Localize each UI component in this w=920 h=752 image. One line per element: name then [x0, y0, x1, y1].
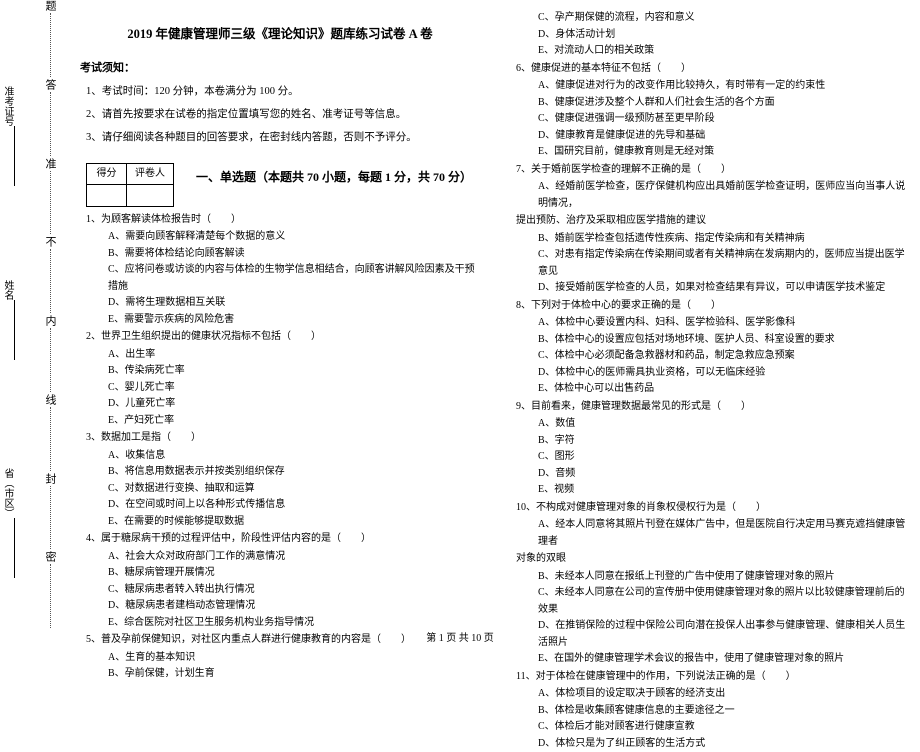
binding-char: 线: [42, 394, 58, 405]
option: C、健康促进强调一级预防甚至更早阶段: [538, 111, 910, 128]
option: B、未经本人同意在报纸上刊登的广告中使用了健康管理对象的照片: [538, 569, 910, 586]
option: E、需要警示疾病的风险危害: [108, 312, 480, 329]
option: B、糖尿病管理开展情况: [108, 565, 480, 582]
option: E、体检中心可以出售药品: [538, 381, 910, 398]
option: D、身体活动计划: [538, 27, 910, 44]
option: A、经婚前医学检查，医疗保健机构应出具婚前医学检查证明，医师应当向当事人说明情况…: [538, 179, 910, 212]
section-1-title: 一、单选题（本题共 70 小题，每题 1 分，共 70 分）: [196, 168, 472, 188]
notice-item: 3、请仔细阅读各种题目的回答要求，在密封线内答题，否则不予评分。: [86, 129, 480, 146]
option: B、健康促进涉及整个人群和人们社会生活的各个方面: [538, 95, 910, 112]
option: A、体检中心要设置内科、妇科、医学检验科、医学影像科: [538, 315, 910, 332]
option: C、体检后才能对顾客进行健康宣教: [538, 719, 910, 736]
option: D、在空间或时间上以各种形式传播信息: [108, 497, 480, 514]
option: B、孕前保健，计划生育: [108, 666, 480, 683]
option: B、将信息用数据表示并按类别组织保存: [108, 464, 480, 481]
binding-char: 准: [42, 158, 58, 169]
option: A、健康促进对行为的改变作用比较持久，有时带有一定的约束性: [538, 78, 910, 95]
binding-char: 内: [42, 315, 58, 326]
option: D、体检中心的医师需具执业资格，可以无临床经验: [538, 365, 910, 382]
score-box: 得分 评卷人: [86, 163, 174, 207]
binding-char: 题: [42, 0, 58, 11]
binding-margin: 题 答 准 不 内 线 封 密: [30, 0, 70, 630]
option: D、需将生理数据相互关联: [108, 295, 480, 312]
option: C、应将问卷或访谈的内容与体检的生物学信息相结合，向顾客讲解风险因素及干预措施: [108, 262, 480, 295]
question-1: 1、为顾客解读体检报告时（ ）: [86, 212, 480, 229]
side-label-strip: 省（市区） 姓名 准考证号: [0, 0, 28, 630]
binding-char: 答: [42, 79, 58, 90]
option: D、体检只是为了纠正顾客的生活方式: [538, 736, 910, 752]
question-4: 4、属于糖尿病干预的过程评估中，阶段性评估内容的是（ ）: [86, 531, 480, 548]
option-cont: 对象的双眼: [516, 551, 910, 568]
option: E、在国外的健康管理学术会议的报告中，使用了健康管理对象的照片: [538, 651, 910, 668]
notice-item: 1、考试时间：120 分钟，本卷满分为 100 分。: [86, 83, 480, 100]
question-3: 3、数据加工是指（ ）: [86, 430, 480, 447]
notice-item: 2、请首先按要求在试卷的指定位置填写您的姓名、准考证号等信息。: [86, 106, 480, 123]
option: A、需要向顾客解释清楚每个数据的意义: [108, 229, 480, 246]
question-11: 11、对于体检在健康管理中的作用，下列说法正确的是（ ）: [516, 669, 910, 686]
option: E、视频: [538, 482, 910, 499]
binding-char: 密: [42, 551, 58, 562]
option: B、需要将体检结论向顾客解读: [108, 246, 480, 263]
option: D、健康教育是健康促进的先导和基础: [538, 128, 910, 145]
question-7: 7、关于婚前医学检查的理解不正确的是（ ）: [516, 162, 910, 179]
option: B、字符: [538, 433, 910, 450]
option: E、国研究目前，健康教育则是无经对策: [538, 144, 910, 161]
option: D、儿童死亡率: [108, 396, 480, 413]
option: C、糖尿病患者转入转出执行情况: [108, 582, 480, 599]
side-label-province: 省（市区）: [0, 468, 15, 578]
option: C、孕产期保健的流程，内容和意义: [538, 10, 910, 27]
option: A、出生率: [108, 347, 480, 364]
option: E、对流动人口的相关政策: [538, 43, 910, 60]
option: C、对患有指定传染病在传染期间或者有关精神病在发病期内的，医师应当提出医学意见: [538, 247, 910, 280]
option: B、体检中心的设置应包括对场地环境、医护人员、科室设置的要求: [538, 332, 910, 349]
question-8: 8、下列对于体检中心的要求正确的是（ ）: [516, 298, 910, 315]
option: A、生育的基本知识: [108, 650, 480, 667]
option: C、未经本人同意在公司的宣传册中使用健康管理对象的照片以比较健康管理前后的效果: [538, 585, 910, 618]
option: A、数值: [538, 416, 910, 433]
option: B、婚前医学检查包括遗传性疾病、指定传染病和有关精神病: [538, 231, 910, 248]
side-label-name: 姓名: [0, 280, 15, 360]
option: D、接受婚前医学检查的人员，如果对检查结果有异议，可以申请医学技术鉴定: [538, 280, 910, 297]
option: E、在需要的时候能够提取数据: [108, 514, 480, 531]
notice-heading: 考试须知：: [80, 59, 480, 77]
side-label-ticket: 准考证号: [0, 86, 15, 186]
question-2: 2、世界卫生组织提出的健康状况指标不包括（ ）: [86, 329, 480, 346]
exam-title: 2019 年健康管理师三级《理论知识》题库练习试卷 A 卷: [80, 24, 480, 45]
question-9: 9、目前看来，健康管理数据最常见的形式是（ ）: [516, 399, 910, 416]
option-cont: 提出预防、治疗及采取相应医学措施的建议: [516, 213, 910, 230]
option: D、音频: [538, 466, 910, 483]
option: E、产妇死亡率: [108, 413, 480, 430]
option: C、体检中心必须配备急救器材和药品，制定急救应急预案: [538, 348, 910, 365]
binding-char: 封: [42, 473, 58, 484]
score-col-score: 得分: [87, 163, 127, 185]
option: C、婴儿死亡率: [108, 380, 480, 397]
option: C、对数据进行变换、抽取和运算: [108, 481, 480, 498]
option: A、体检项目的设定取决于顾客的经济支出: [538, 686, 910, 703]
score-col-grader: 评卷人: [127, 163, 174, 185]
option: A、收集信息: [108, 448, 480, 465]
option: D、糖尿病患者建档动态管理情况: [108, 598, 480, 615]
question-6: 6、健康促进的基本特征不包括（ ）: [516, 61, 910, 78]
page-footer: 第 1 页 共 10 页: [0, 629, 920, 644]
question-10: 10、不构成对健康管理对象的肖象权侵权行为是（ ）: [516, 500, 910, 517]
option: A、经本人同意将其照片刊登在媒体广告中，但是医院自行决定用马赛克遮挡健康管理者: [538, 517, 910, 550]
option: B、体检是收集顾客健康信息的主要途径之一: [538, 703, 910, 720]
option: B、传染病死亡率: [108, 363, 480, 380]
option: C、图形: [538, 449, 910, 466]
option: A、社会大众对政府部门工作的满意情况: [108, 549, 480, 566]
binding-char: 不: [42, 236, 58, 247]
